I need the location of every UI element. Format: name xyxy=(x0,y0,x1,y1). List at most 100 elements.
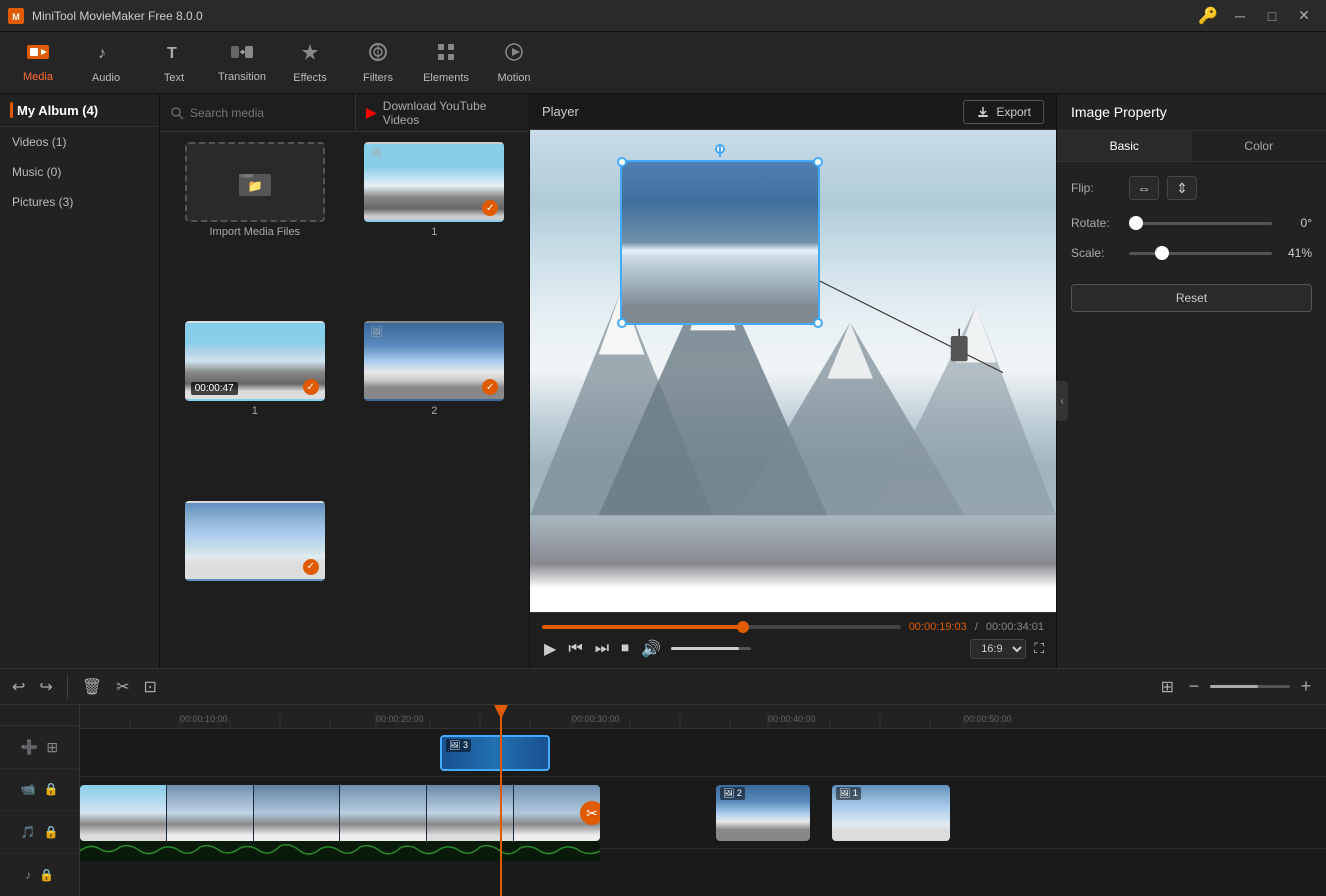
flip-horizontal-button[interactable]: ⇔ xyxy=(1129,176,1159,200)
media-thumb-2[interactable]: 00:00:47 ✓ xyxy=(185,321,325,401)
youtube-download-button[interactable]: ▶ Download YouTube Videos xyxy=(355,94,529,131)
stop-button[interactable]: ⏹ xyxy=(619,638,631,660)
toolbar-text[interactable]: T Text xyxy=(140,34,208,92)
media-item-1[interactable]: 🖼 ✓ 1 xyxy=(350,142,520,311)
total-time: 00:00:34:01 xyxy=(986,621,1044,633)
video-lock-icon[interactable]: 🔒 xyxy=(44,782,59,796)
image-clip-2[interactable]: 🖼 2 xyxy=(716,785,810,841)
media-item-3[interactable]: 🖼 ✓ 2 xyxy=(350,321,520,490)
toolbar-audio[interactable]: ♪ Audio xyxy=(72,34,140,92)
progress-bar[interactable] xyxy=(542,625,901,629)
player-area: Player Export xyxy=(530,94,1056,668)
media-check-1: ✓ xyxy=(482,200,498,216)
music-lock-icon[interactable]: 🔒 xyxy=(39,868,54,882)
audio-lock-icon[interactable]: 🔒 xyxy=(44,825,59,839)
volume-button[interactable]: 🔊 xyxy=(639,637,663,661)
next-button[interactable]: ⏭ xyxy=(593,638,611,660)
motion-icon xyxy=(504,42,524,68)
add-overlay-icon[interactable]: ➕ xyxy=(21,739,38,756)
toolbar-elements-label: Elements xyxy=(423,72,469,84)
zoom-in-button[interactable]: + xyxy=(1294,675,1318,699)
prev-button[interactable]: ⏮ xyxy=(566,638,584,660)
media-item-4[interactable]: ✓ xyxy=(170,501,340,658)
maximize-button[interactable]: □ xyxy=(1258,6,1286,26)
property-section: Flip: ⇔ ⇕ Rotate: 0° Scale: 41% xyxy=(1057,162,1326,274)
split-track-button[interactable]: ⊞ xyxy=(1157,673,1178,701)
fullscreen-button[interactable]: ⛶ xyxy=(1034,640,1044,657)
overlay-copy-icon[interactable]: ⊞ xyxy=(46,739,58,756)
transition-icon xyxy=(231,43,253,67)
sidebar-item-pictures[interactable]: Pictures (3) xyxy=(0,187,159,217)
split-button[interactable]: ✂ xyxy=(112,673,133,701)
toolbar-motion[interactable]: Motion xyxy=(480,34,548,92)
redo-button[interactable]: ↪ xyxy=(35,673,56,701)
sidebar-item-music[interactable]: Music (0) xyxy=(0,157,159,187)
ruler-spacer xyxy=(0,705,79,726)
handle-tl[interactable] xyxy=(617,157,627,167)
import-thumb[interactable]: 📁 xyxy=(185,142,325,222)
toolbar: Media ♪ Audio T Text Transition Effects … xyxy=(0,32,1326,94)
volume-fill xyxy=(671,647,739,650)
toolbar-separator-1 xyxy=(67,675,68,699)
rotate-row: Rotate: 0° xyxy=(1071,216,1312,230)
video-clip-main[interactable]: ✂ xyxy=(80,785,600,841)
aspect-ratio-select[interactable]: 16:9 4:3 1:1 xyxy=(970,639,1026,659)
play-button[interactable]: ▶ xyxy=(542,637,558,661)
media-item-2[interactable]: 00:00:47 ✓ 1 xyxy=(170,321,340,490)
flip-vertical-button[interactable]: ⇕ xyxy=(1167,176,1197,200)
rotate-slider[interactable] xyxy=(1129,222,1272,225)
volume-slider[interactable] xyxy=(671,647,751,650)
toolbar-text-label: Text xyxy=(164,72,184,84)
player-title: Player xyxy=(542,104,579,119)
flip-label: Flip: xyxy=(1071,181,1121,195)
reset-button[interactable]: Reset xyxy=(1071,284,1312,312)
tab-color[interactable]: Color xyxy=(1192,131,1326,161)
export-button[interactable]: Export xyxy=(963,100,1044,124)
collapse-arrow[interactable]: ‹ xyxy=(1056,381,1068,421)
import-label: Import Media Files xyxy=(210,226,300,238)
image-overlay-box[interactable] xyxy=(620,160,820,325)
toolbar-transition[interactable]: Transition xyxy=(208,34,276,92)
delete-button[interactable]: 🗑 xyxy=(78,673,106,701)
scale-value: 41% xyxy=(1280,246,1312,260)
cut-marker: ✂ xyxy=(580,801,600,825)
overlay-clip-3[interactable]: 🖼 3 xyxy=(440,735,550,771)
close-button[interactable]: ✕ xyxy=(1290,6,1318,26)
media-grid: 📁 Import Media Files 🖼 ✓ 1 00:00:47 ✓ xyxy=(160,132,529,668)
image-clip-1[interactable]: 🖼 1 xyxy=(832,785,950,841)
red-bar-indicator xyxy=(10,102,13,118)
toolbar-filters[interactable]: Filters xyxy=(344,34,412,92)
toolbar-effects[interactable]: Effects xyxy=(276,34,344,92)
media-thumb-3[interactable]: 🖼 ✓ xyxy=(364,321,504,401)
zoom-out-button[interactable]: − xyxy=(1182,675,1206,699)
minimize-button[interactable]: ─ xyxy=(1226,6,1254,26)
time-separator: / xyxy=(975,621,978,633)
handle-bl[interactable] xyxy=(617,318,627,328)
media-duration-2: 00:00:47 xyxy=(191,382,238,395)
media-item-1-label: 1 xyxy=(431,226,437,238)
import-media-item[interactable]: 📁 Import Media Files xyxy=(170,142,340,311)
media-item-3-label: 2 xyxy=(431,405,437,417)
media-thumb-1[interactable]: 🖼 ✓ xyxy=(364,142,504,222)
toolbar-elements[interactable]: Elements xyxy=(412,34,480,92)
flip-row: Flip: ⇔ ⇕ xyxy=(1071,176,1312,200)
zoom-slider[interactable] xyxy=(1210,685,1290,688)
toolbar-media[interactable]: Media xyxy=(4,34,72,92)
toolbar-transition-label: Transition xyxy=(218,71,266,83)
search-input[interactable] xyxy=(190,106,345,120)
album-header: My Album (4) xyxy=(0,94,159,127)
handle-br[interactable] xyxy=(813,318,823,328)
undo-button[interactable]: ↩ xyxy=(8,673,29,701)
video-track-icon: 📹 xyxy=(21,782,36,796)
handle-tr[interactable] xyxy=(813,157,823,167)
media-thumb-4[interactable]: ✓ xyxy=(185,501,325,581)
svg-text:T: T xyxy=(167,45,177,62)
rotate-value: 0° xyxy=(1280,216,1312,230)
tab-basic[interactable]: Basic xyxy=(1057,131,1192,161)
music-track-row xyxy=(80,849,1326,896)
scale-slider[interactable] xyxy=(1129,252,1272,255)
progress-handle[interactable] xyxy=(737,621,749,633)
video-track-controls: 📹 🔒 xyxy=(0,769,79,811)
sidebar-item-videos[interactable]: Videos (1) xyxy=(0,127,159,157)
crop-button[interactable]: ⊡ xyxy=(140,673,161,701)
